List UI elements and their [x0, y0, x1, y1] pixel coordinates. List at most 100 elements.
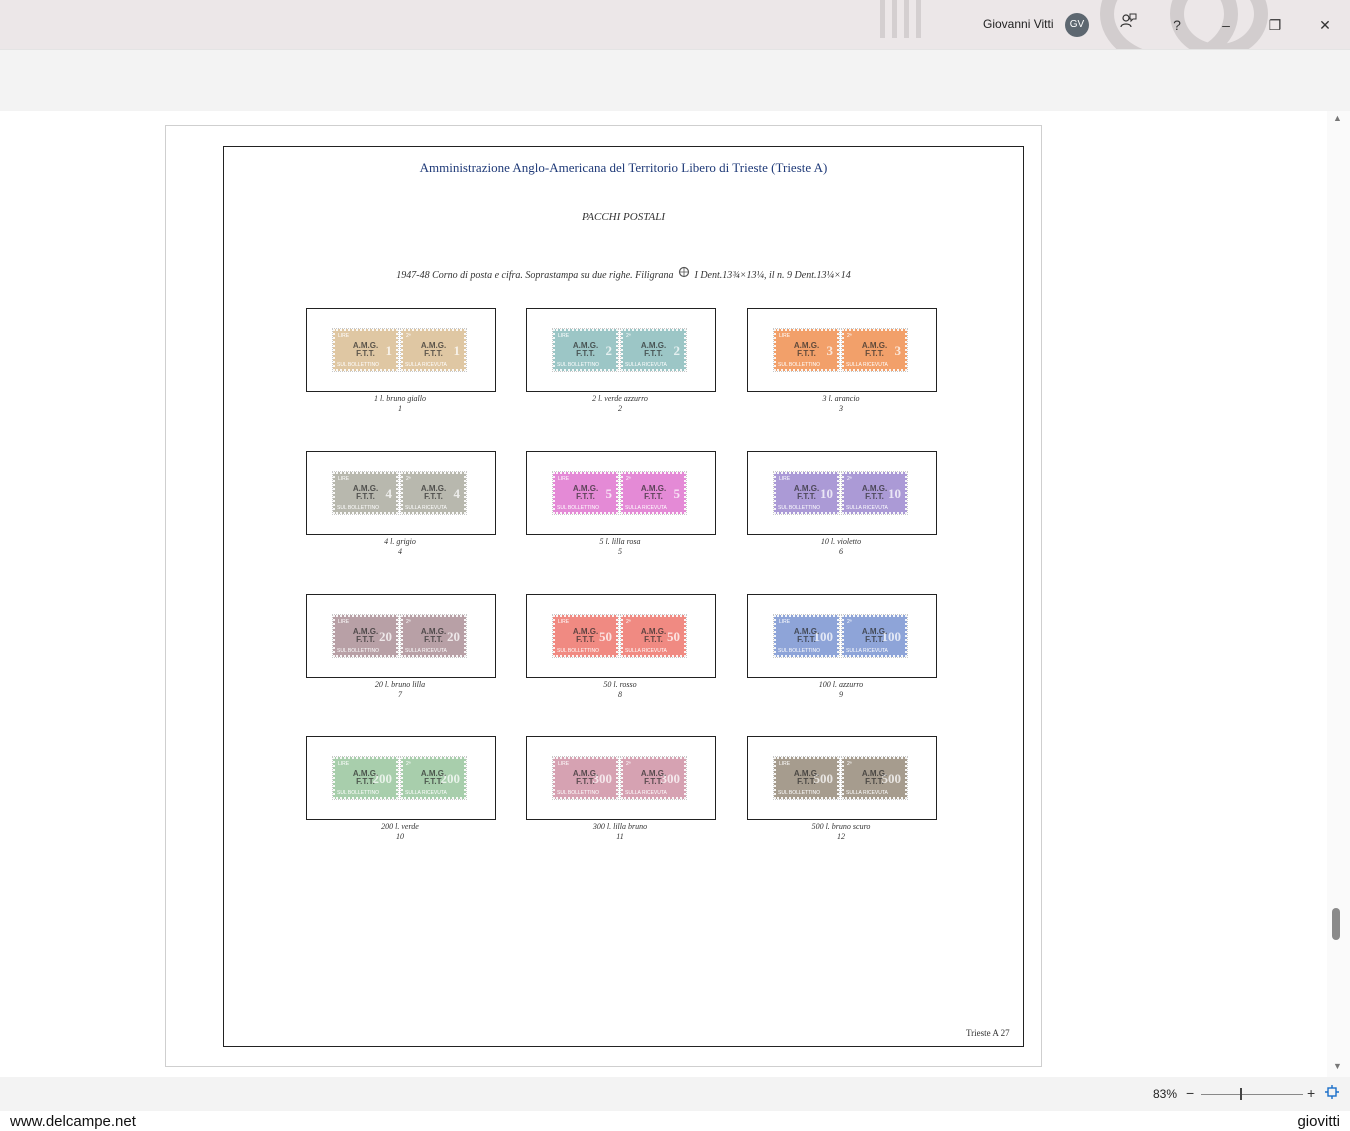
stamp-frame: LIRE 500 A.M.G. F.T.T. SUL BOLLETTINO 2ª 500 A.… — [747, 736, 937, 820]
stamp-header: 2ª — [406, 476, 411, 482]
overprint: A.M.G. F.T.T. — [844, 342, 905, 358]
overprint-line: F.T.T. — [356, 349, 375, 358]
overprint-line: F.T.T. — [797, 492, 816, 501]
stamp-header: 2ª — [847, 333, 852, 339]
overprint-line: F.T.T. — [424, 777, 443, 786]
description-text: 1947-48 Corno di posta e cifra. Soprasta… — [396, 270, 674, 281]
overprint-line: F.T.T. — [865, 777, 884, 786]
restore-button[interactable]: ❐ — [1262, 12, 1288, 38]
stamp-frame: LIRE 3 A.M.G. F.T.T. SUL BOLLETTINO 2ª 3 A.M.G.… — [747, 308, 937, 392]
overprint: A.M.G. F.T.T. — [776, 628, 837, 644]
stamp-footer: SULLA RICEVUTA — [846, 648, 888, 654]
minimize-button[interactable]: – — [1213, 12, 1239, 38]
vertical-scrollbar[interactable]: ▲ ▼ — [1327, 111, 1350, 1077]
stamp-description: 50 l. rosso — [603, 680, 637, 689]
page-title: Amministrazione Anglo-Americana del Terr… — [419, 160, 828, 175]
overprint-line: F.T.T. — [797, 349, 816, 358]
stamp-image: LIRE 300 A.M.G. F.T.T. SUL BOLLETTINO — [552, 756, 619, 800]
overprint-line: F.T.T. — [356, 492, 375, 501]
stamp-description: 100 l. azzurro — [818, 680, 864, 689]
overprint-line: F.T.T. — [797, 635, 816, 644]
stamp-frame: LIRE 200 A.M.G. F.T.T. SUL BOLLETTINO 2ª 200 A.… — [306, 736, 496, 820]
overprint: A.M.G. F.T.T. — [623, 342, 684, 358]
stamp-description: 300 l. lilla bruno — [592, 822, 648, 831]
stamp-description: 2 l. verde azzurro — [592, 394, 648, 403]
stamp-image: LIRE 20 A.M.G. F.T.T. SUL BOLLETTINO — [332, 614, 399, 658]
overprint-line: F.T.T. — [576, 777, 595, 786]
scroll-down-arrow-icon[interactable]: ▼ — [1333, 1061, 1342, 1071]
zoom-slider-thumb[interactable] — [1240, 1088, 1242, 1100]
stamp-image: 2ª 500 A.M.G. F.T.T. SULLA RICEVUTA — [841, 756, 908, 800]
fit-page-icon[interactable] — [1325, 1085, 1339, 1102]
stamp-caption: 100 l. azzurro 9 — [747, 680, 935, 700]
stamp-number: 7 — [398, 690, 402, 699]
stamp-frame: LIRE 2 A.M.G. F.T.T. SUL BOLLETTINO 2ª 2 A.M.G.… — [526, 308, 716, 392]
stamp-frame: LIRE 4 A.M.G. F.T.T. SUL BOLLETTINO 2ª 4 A.M.G.… — [306, 451, 496, 535]
stamp-image: 2ª 5 A.M.G. F.T.T. SULLA RICEVUTA — [620, 471, 687, 515]
stamp-footer: SULLA RICEVUTA — [625, 505, 667, 511]
overprint: A.M.G. F.T.T. — [844, 628, 905, 644]
stamp-image: LIRE 500 A.M.G. F.T.T. SUL BOLLETTINO — [773, 756, 840, 800]
stamp-image: LIRE 10 A.M.G. F.T.T. SUL BOLLETTINO — [773, 471, 840, 515]
overprint: A.M.G. F.T.T. — [776, 770, 837, 786]
stamp-image: LIRE 5 A.M.G. F.T.T. SUL BOLLETTINO — [552, 471, 619, 515]
stamp-header: LIRE — [779, 476, 791, 482]
overprint: A.M.G. F.T.T. — [403, 770, 464, 786]
scroll-thumb[interactable] — [1332, 908, 1340, 940]
zoom-level[interactable]: 83% — [1153, 1087, 1177, 1101]
overprint: A.M.G. F.T.T. — [623, 628, 684, 644]
background-decoration — [916, 0, 921, 38]
overprint-line: F.T.T. — [424, 492, 443, 501]
stamp-image: 2ª 4 A.M.G. F.T.T. SULLA RICEVUTA — [400, 471, 467, 515]
avatar[interactable]: GV — [1065, 13, 1089, 37]
stamp-header: 2ª — [626, 476, 631, 482]
stamp-description: 1 l. bruno giallo — [373, 394, 426, 403]
overprint: A.M.G. F.T.T. — [403, 342, 464, 358]
stamp-footer: SUL BOLLETTINO — [778, 362, 821, 368]
stamp-header: LIRE — [558, 476, 570, 482]
help-button[interactable]: ? — [1164, 12, 1190, 38]
description-text: I Dent.13¾×13¼, il n. 9 Dent.13¼×14 — [694, 270, 851, 281]
stamp-footer: SULLA RICEVUTA — [625, 790, 667, 796]
stamp-image: 2ª 3 A.M.G. F.T.T. SULLA RICEVUTA — [841, 328, 908, 372]
overprint: A.M.G. F.T.T. — [776, 485, 837, 501]
stamp-number: 11 — [616, 832, 624, 841]
stamp-frame: LIRE 100 A.M.G. F.T.T. SUL BOLLETTINO 2ª 100 A.… — [747, 594, 937, 678]
stamp-image: 2ª 200 A.M.G. F.T.T. SULLA RICEVUTA — [400, 756, 467, 800]
section-title: PACCHI POSTALI — [581, 211, 665, 223]
background-decoration — [892, 0, 897, 38]
stamp-header: LIRE — [558, 333, 570, 339]
stamp-image: LIRE 100 A.M.G. F.T.T. SUL BOLLETTINO — [773, 614, 840, 658]
close-button[interactable]: ✕ — [1312, 12, 1338, 38]
stamp-image: 2ª 100 A.M.G. F.T.T. SULLA RICEVUTA — [841, 614, 908, 658]
overprint: A.M.G. F.T.T. — [555, 342, 616, 358]
comment-person-icon[interactable] — [1115, 12, 1141, 38]
stamp-caption: 300 l. lilla bruno 11 — [526, 822, 714, 842]
overprint: A.M.G. F.T.T. — [776, 342, 837, 358]
stamp-image: LIRE 2 A.M.G. F.T.T. SUL BOLLETTINO — [552, 328, 619, 372]
overprint-line: F.T.T. — [424, 349, 443, 358]
zoom-out-button[interactable]: − — [1186, 1085, 1194, 1101]
stamp-image: LIRE 200 A.M.G. F.T.T. SUL BOLLETTINO — [332, 756, 399, 800]
page-frame: Amministrazione Anglo-Americana del Terr… — [223, 146, 1024, 1047]
stamp-footer: SULLA RICEVUTA — [405, 505, 447, 511]
status-bar: 83% − + — [0, 1077, 1350, 1111]
scroll-up-arrow-icon[interactable]: ▲ — [1333, 113, 1342, 123]
stamp-caption: 20 l. bruno lilla 7 — [306, 680, 494, 700]
stamp-footer: SUL BOLLETTINO — [557, 648, 600, 654]
stamp-footer: SULLA RICEVUTA — [625, 362, 667, 368]
stamp-header: LIRE — [779, 333, 791, 339]
stamp-number: 5 — [618, 547, 622, 556]
stamp-frame: LIRE 20 A.M.G. F.T.T. SUL BOLLETTINO 2ª 20 A.M.… — [306, 594, 496, 678]
stamp-number: 6 — [839, 547, 843, 556]
stamp-header: 2ª — [847, 476, 852, 482]
stamp-image: 2ª 300 A.M.G. F.T.T. SULLA RICEVUTA — [620, 756, 687, 800]
zoom-in-button[interactable]: + — [1307, 1085, 1315, 1101]
overprint-line: F.T.T. — [865, 635, 884, 644]
zoom-slider[interactable] — [1201, 1094, 1303, 1095]
stamp-frame: LIRE 10 A.M.G. F.T.T. SUL BOLLETTINO 2ª 10 A.M.… — [747, 451, 937, 535]
stamp-image: LIRE 50 A.M.G. F.T.T. SUL BOLLETTINO — [552, 614, 619, 658]
stamp-caption: 500 l. bruno scuro 12 — [747, 822, 935, 842]
background-decoration — [904, 0, 909, 38]
overprint: A.M.G. F.T.T. — [335, 342, 396, 358]
